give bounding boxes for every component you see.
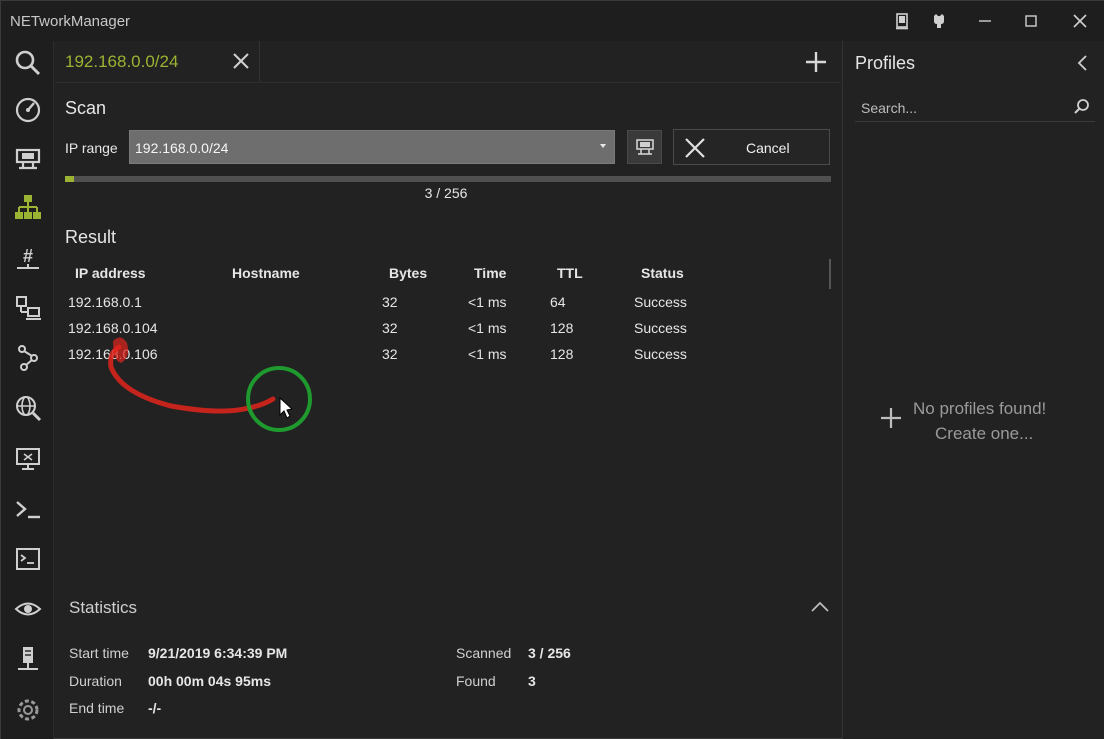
cell-time: <1 ms xyxy=(468,320,507,336)
close-window-button[interactable] xyxy=(1068,10,1092,32)
scan-title: Scan xyxy=(65,98,107,118)
powershell-icon[interactable] xyxy=(1,487,54,531)
add-profile-icon[interactable] xyxy=(880,407,902,429)
profiles-search-input[interactable] xyxy=(861,100,1061,116)
port-scanner-icon[interactable]: # xyxy=(1,236,54,280)
duration-value: 00h 00m 04s 95ms xyxy=(148,673,271,689)
ping-monitor-icon[interactable] xyxy=(1,286,54,330)
cell-bytes: 32 xyxy=(382,320,398,336)
minimize-button[interactable] xyxy=(973,10,997,32)
table-header: IP address Hostname Bytes Time TTL Statu… xyxy=(65,259,831,289)
cell-bytes: 32 xyxy=(382,294,398,310)
network-card-icon xyxy=(635,139,654,155)
cell-status: Success xyxy=(634,294,687,310)
cell-ip: 192.168.0.106 xyxy=(68,346,158,362)
scan-progress-fill xyxy=(65,176,74,182)
title-bar: NETworkManager xyxy=(1,1,1104,41)
add-tab-icon[interactable] xyxy=(804,50,828,74)
dashboard-icon[interactable] xyxy=(1,87,54,131)
scan-progress-text: 3 / 256 xyxy=(424,185,468,201)
app-title: NETworkManager xyxy=(10,13,131,30)
profiles-title: Profiles xyxy=(855,53,916,73)
tab-ip-scanner[interactable]: 192.168.0.0/24 xyxy=(55,41,260,82)
no-profiles-text: No profiles found! xyxy=(913,399,1047,418)
tablet-mode-icon[interactable] xyxy=(890,10,914,32)
svg-text:#: # xyxy=(22,246,32,266)
cancel-button[interactable]: Cancel xyxy=(673,129,830,165)
search-icon xyxy=(1074,99,1089,114)
cell-ip: 192.168.0.104 xyxy=(68,320,158,336)
table-row[interactable]: 192.168.0.104 32 <1 ms 128 Success xyxy=(65,315,831,341)
ip-range-label: IP range xyxy=(65,140,118,156)
result-title: Result xyxy=(65,227,117,247)
tab-label: 192.168.0.0/24 xyxy=(65,52,179,71)
profiles-search-box[interactable] xyxy=(855,94,1095,122)
left-navigation: # xyxy=(1,41,54,739)
cell-ip: 192.168.0.1 xyxy=(68,294,142,310)
table-row[interactable]: 192.168.0.106 32 <1 ms 128 Success xyxy=(65,341,831,367)
dropdown-caret-icon xyxy=(600,144,606,148)
scanned-value: 3 / 256 xyxy=(528,645,571,661)
cell-ttl: 128 xyxy=(550,320,574,336)
cell-status: Success xyxy=(634,346,687,362)
app-window: NETworkManager # 192.168.0.0/24 Scan IP … xyxy=(0,0,1104,739)
column-header-time[interactable]: Time xyxy=(474,265,506,281)
table-row[interactable]: 192.168.0.1 32 <1 ms 64 Success xyxy=(65,289,831,315)
chevron-up-icon[interactable] xyxy=(810,599,830,615)
scanned-label: Scanned xyxy=(456,645,512,661)
create-profile-link[interactable]: Create one... xyxy=(935,424,1033,444)
cell-ttl: 128 xyxy=(550,346,574,362)
maximize-button[interactable] xyxy=(1019,10,1043,32)
end-time-label: End time xyxy=(69,700,125,716)
column-header-hostname[interactable]: Hostname xyxy=(232,265,300,281)
column-header-ttl[interactable]: TTL xyxy=(557,265,583,281)
close-tab-icon[interactable] xyxy=(231,51,251,71)
profiles-panel: Profiles No profiles found! Create one..… xyxy=(842,41,1104,739)
tightvnc-icon[interactable] xyxy=(1,587,54,631)
use-current-network-button[interactable] xyxy=(627,130,662,164)
duration-label: Duration xyxy=(69,673,122,689)
start-time-value: 9/21/2019 6:34:39 PM xyxy=(148,645,288,661)
ip-range-value: 192.168.0.0/24 xyxy=(135,140,229,156)
cell-time: <1 ms xyxy=(468,294,507,310)
tab-bar: 192.168.0.0/24 xyxy=(55,41,841,83)
network-interface-icon[interactable] xyxy=(1,136,54,180)
remote-desktop-icon[interactable] xyxy=(1,437,54,481)
chevron-left-icon[interactable] xyxy=(1075,53,1091,73)
dns-lookup-icon[interactable] xyxy=(1,386,54,430)
server-icon[interactable] xyxy=(1,637,54,681)
statistics-title: Statistics xyxy=(69,598,138,617)
column-header-bytes[interactable]: Bytes xyxy=(389,265,427,281)
mouse-cursor-icon xyxy=(279,396,294,419)
cell-ttl: 64 xyxy=(550,294,566,310)
column-header-ip-address[interactable]: IP address xyxy=(75,265,146,281)
ip-range-combobox[interactable]: 192.168.0.0/24 xyxy=(129,130,615,164)
putty-icon[interactable] xyxy=(1,537,54,581)
github-icon[interactable] xyxy=(927,10,951,32)
cancel-icon xyxy=(685,138,705,158)
cell-bytes: 32 xyxy=(382,346,398,362)
start-time-label: Start time xyxy=(69,645,129,661)
traceroute-icon[interactable] xyxy=(1,336,54,380)
found-value: 3 xyxy=(528,673,536,689)
end-time-value: -/- xyxy=(148,700,162,716)
found-label: Found xyxy=(456,673,496,689)
search-icon[interactable] xyxy=(1,41,54,85)
cell-time: <1 ms xyxy=(468,346,507,362)
scan-progress-bar xyxy=(65,176,831,182)
cancel-label: Cancel xyxy=(746,140,790,156)
column-header-status[interactable]: Status xyxy=(641,265,684,281)
settings-icon[interactable] xyxy=(1,688,54,732)
green-circle-annotation xyxy=(246,366,312,432)
cell-status: Success xyxy=(634,320,687,336)
